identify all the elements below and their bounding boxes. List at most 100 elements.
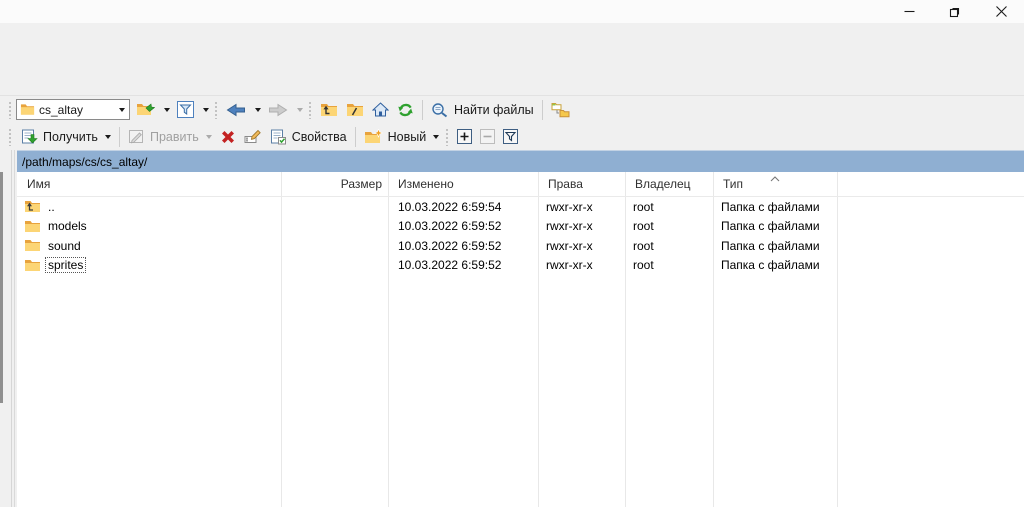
file-modified: 10.03.2022 6:59:54 [388,200,538,214]
filter-menu-button[interactable] [198,98,212,122]
parent-directory-icon [320,103,338,117]
file-row[interactable]: sprites 10.03.2022 6:59:52 rwxr-xr-x roo… [17,256,1024,276]
toolbar-separator [355,127,356,147]
rename-button[interactable] [240,125,266,149]
panel-border [14,150,15,507]
file-row[interactable]: sound 10.03.2022 6:59:52 rwxr-xr-x root … [17,236,1024,256]
file-owner: root [625,200,713,214]
home-icon [372,102,389,117]
file-type: Папка с файлами [713,258,837,272]
file-modified: 10.03.2022 6:59:52 [388,258,538,272]
home-directory-button[interactable] [368,98,393,122]
column-header-modified[interactable]: Изменено [388,172,538,196]
chevron-down-icon [255,108,261,112]
refresh-button[interactable] [393,98,418,122]
delete-button[interactable] [216,125,240,149]
window-background [0,23,1024,96]
properties-label: Свойства [292,130,347,144]
toolbar-grip[interactable] [214,101,218,119]
folder-icon [20,103,35,116]
parent-directory-button[interactable] [316,98,342,122]
column-header-name[interactable]: Имя [17,172,281,196]
open-directory-button[interactable] [132,98,159,122]
selection-filter-button[interactable] [499,125,522,149]
new-label: Новый [388,130,427,144]
toolbar-grip[interactable] [445,128,449,146]
toolbar-grip[interactable] [308,101,312,119]
search-icon [431,102,449,118]
minus-icon [480,129,495,144]
back-history-button[interactable] [250,98,264,122]
file-type: Папка с файлами [713,219,837,233]
column-header-size[interactable]: Размер [281,172,388,196]
chevron-down-icon [105,135,111,139]
command-toolbar: Получить Править [0,123,1024,150]
rename-icon [244,129,262,144]
column-header-owner[interactable]: Владелец [625,172,713,196]
edit-icon [128,129,145,144]
file-owner: root [625,258,713,272]
selection-filter-icon [503,129,518,144]
root-directory-button[interactable] [342,98,368,122]
folder-icon [24,239,41,252]
file-row[interactable]: models 10.03.2022 6:59:52 rwxr-xr-x root… [17,217,1024,237]
chevron-down-icon [297,108,303,112]
file-row[interactable]: .. 10.03.2022 6:59:54 rwxr-xr-x root Пап… [17,197,1024,217]
plus-icon [457,129,472,144]
file-owner: root [625,239,713,253]
chevron-down-icon [433,135,439,139]
toolbar-separator [422,100,423,120]
file-name: models [45,218,90,234]
column-header-type[interactable]: Тип [713,172,837,196]
close-button[interactable] [978,0,1024,23]
edit-button[interactable]: Править [124,125,216,149]
minimize-button[interactable] [886,0,932,23]
properties-button[interactable]: Свойства [266,125,351,149]
toolbar-separator [119,127,120,147]
download-label: Получить [43,130,98,144]
restore-button[interactable] [932,0,978,23]
file-rights: rwxr-xr-x [538,239,625,253]
navigation-toolbar: cs_altay [0,96,1024,123]
file-name: sprites [45,257,86,273]
column-header-rights[interactable]: Права [538,172,625,196]
forward-button[interactable] [264,98,292,122]
remove-from-selection-button[interactable] [476,125,499,149]
restore-icon [949,6,961,18]
toolbar-grip[interactable] [8,101,12,119]
download-icon [20,129,38,145]
directory-dropdown-value: cs_altay [39,103,113,117]
file-name: .. [45,199,58,215]
chevron-down-icon [119,108,125,112]
left-scrollbar-thumb[interactable] [0,172,3,403]
file-modified: 10.03.2022 6:59:52 [388,219,538,233]
file-name: sound [45,238,84,254]
filter-icon [177,101,194,118]
back-button[interactable] [222,98,250,122]
add-to-selection-button[interactable] [453,125,476,149]
new-button[interactable]: Новый [360,125,444,149]
close-icon [996,6,1007,17]
file-list: Имя Размер Изменено Права Владелец Тип [17,172,1024,507]
panel-border [11,150,12,507]
find-files-button[interactable]: Найти файлы [427,98,538,122]
file-rights: rwxr-xr-x [538,219,625,233]
delete-icon [220,129,236,144]
forward-arrow-icon [268,103,288,117]
filter-button[interactable] [173,98,198,122]
minimize-icon [904,6,915,17]
toolbar-grip[interactable] [8,128,12,146]
edit-label: Править [150,130,199,144]
path-bar[interactable]: /path/maps/cs/cs_altay/ [17,150,1024,172]
sort-ascending-icon [770,172,780,184]
forward-history-button[interactable] [292,98,306,122]
root-directory-icon [346,103,364,117]
synchronize-browsing-icon [551,102,570,118]
refresh-icon [397,102,414,118]
open-directory-menu-button[interactable] [159,98,173,122]
synchronize-browsing-button[interactable] [547,98,574,122]
download-button[interactable]: Получить [16,125,115,149]
directory-dropdown[interactable]: cs_altay [16,99,130,120]
titlebar [0,0,1024,23]
column-header-filler [837,172,1024,196]
